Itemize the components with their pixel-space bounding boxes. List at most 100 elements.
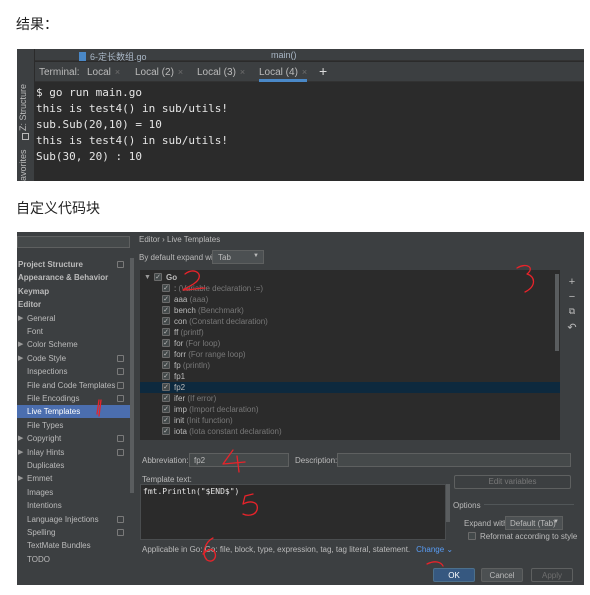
sidebar-item[interactable]: ▶ General (17, 312, 130, 325)
sidebar-item[interactable]: Keymap (17, 285, 130, 298)
sidebar-item[interactable]: Images (17, 486, 130, 499)
template-checkbox[interactable]: ✓ (162, 284, 170, 292)
sidebar-item[interactable]: Appearance & Behavior (17, 271, 130, 284)
template-checkbox[interactable]: ✓ (162, 306, 170, 314)
terminal-tab-local-4[interactable]: Local (4) × (259, 62, 308, 82)
sidebar-item[interactable]: ▶ Copyright (17, 432, 130, 445)
template-checkbox[interactable]: ✓ (162, 295, 170, 303)
sidebar-item[interactable]: ▶ Emmet (17, 472, 130, 485)
template-checkbox[interactable]: ✓ (162, 339, 170, 347)
sidebar-item[interactable]: ▶ Color Scheme (17, 338, 130, 351)
expand-with-select[interactable]: Default (Tab) ▼ (505, 516, 563, 530)
description-input[interactable] (337, 453, 571, 467)
template-row[interactable]: ✓ bench (Benchmark) (140, 305, 560, 316)
template-row[interactable]: ✓ iota (Iota constant declaration) (140, 426, 560, 437)
template-row[interactable]: ✓ fp (println) (140, 360, 560, 371)
add-icon[interactable]: + (565, 276, 579, 288)
sidebar-item[interactable]: File Encodings (17, 392, 130, 405)
template-text-editor[interactable]: fmt.Println("$END$") (140, 484, 446, 540)
template-checkbox[interactable]: ✓ (162, 416, 170, 424)
settings-search-input[interactable] (17, 236, 130, 248)
sidebar-item-label: Editor (18, 300, 42, 310)
terminal-panel: Z: Structure avorites 6-定长数组.go main() T… (17, 49, 584, 181)
ok-button[interactable]: OK (433, 568, 475, 582)
expand-arrow-icon[interactable]: ▶ (18, 338, 23, 351)
restore-icon[interactable]: ↶ (565, 321, 579, 334)
expand-arrow-icon[interactable]: ▶ (18, 352, 23, 365)
template-checkbox[interactable]: ✓ (162, 317, 170, 325)
close-icon[interactable]: × (302, 67, 307, 77)
template-checkbox[interactable]: ✓ (162, 372, 170, 380)
expand-arrow-icon[interactable]: ▶ (18, 312, 23, 325)
sidebar-item[interactable]: ▶ Code Style (17, 352, 130, 365)
new-terminal-tab-button[interactable]: + (319, 62, 327, 82)
template-checkbox[interactable]: ✓ (162, 328, 170, 336)
close-icon[interactable]: × (178, 67, 183, 77)
change-link[interactable]: Change ⌄ (416, 545, 453, 554)
template-row[interactable]: ✓ forr (For range loop) (140, 349, 560, 360)
terminal-tab-local-2[interactable]: Local (2) × (135, 62, 183, 82)
abbreviation-input[interactable]: fp2 (189, 453, 289, 467)
editor-function-crumb[interactable]: main() (271, 50, 297, 60)
template-row[interactable]: ✓ init (Init function) (140, 415, 560, 426)
template-checkbox[interactable]: ✓ (162, 394, 170, 402)
sidebar-item[interactable]: Language Injections (17, 513, 130, 526)
template-row[interactable]: ✓ fp2 (140, 382, 560, 393)
edit-variables-button[interactable]: Edit variables (454, 475, 571, 489)
template-row[interactable]: ✓ ifer (If error) (140, 393, 560, 404)
template-row[interactable]: ✓ con (Constant declaration) (140, 316, 560, 327)
sidebar-item[interactable]: Intentions (17, 499, 130, 512)
terminal-tab-local-3[interactable]: Local (3) × (197, 62, 245, 82)
project-scope-icon (117, 354, 124, 362)
sidebar-item[interactable]: TODO (17, 553, 130, 566)
template-checkbox[interactable]: ✓ (162, 361, 170, 369)
template-checkbox[interactable]: ✓ (162, 427, 170, 435)
sidebar-item[interactable]: Project Structure (17, 258, 130, 271)
template-checkbox[interactable]: ✓ (162, 405, 170, 413)
template-row[interactable]: ✓ aaa (aaa) (140, 294, 560, 305)
apply-button[interactable]: Apply (531, 568, 573, 582)
expand-arrow-icon[interactable]: ▶ (18, 432, 23, 445)
sidebar-item[interactable]: ▶ Inlay Hints (17, 446, 130, 459)
default-expand-select[interactable]: Tab ▼ (212, 250, 264, 264)
template-checkbox[interactable]: ✓ (162, 350, 170, 358)
close-icon[interactable]: × (240, 67, 245, 77)
sidebar-item-label: Emmet (27, 474, 53, 484)
sidebar-item[interactable]: File Types (17, 419, 130, 432)
structure-tool-label[interactable]: Z: Structure (18, 84, 28, 131)
sidebar-item-label: Project Structure (18, 260, 83, 269)
group-checkbox[interactable]: ✓ (154, 273, 162, 281)
sidebar-item[interactable]: Editor (17, 298, 130, 311)
close-icon[interactable]: × (115, 67, 120, 77)
sidebar-item[interactable]: TextMate Bundles (17, 539, 130, 552)
expand-arrow-icon[interactable]: ▼ (144, 272, 151, 283)
expand-with-label: Expand with (464, 519, 508, 528)
template-row[interactable]: ✓ imp (Import declaration) (140, 404, 560, 415)
expand-arrow-icon[interactable]: ▶ (18, 446, 23, 459)
terminal-output[interactable]: $ go run main.go this is test4() in sub/… (35, 83, 584, 181)
copy-icon[interactable]: ⧉ (565, 306, 579, 317)
list-scrollbar[interactable] (555, 274, 559, 351)
template-row[interactable]: ✓ ff (printf) (140, 327, 560, 338)
tree-scrollbar[interactable] (130, 258, 134, 493)
terminal-tab-local[interactable]: Local × (87, 62, 120, 82)
sidebar-item[interactable]: Spelling (17, 526, 130, 539)
template-description: (Constant declaration) (189, 317, 268, 326)
favorites-tool-label[interactable]: avorites (18, 149, 28, 181)
sidebar-item[interactable]: File and Code Templates (17, 379, 130, 392)
template-abbreviation: fp2 (174, 383, 186, 392)
expand-arrow-icon[interactable]: ▶ (18, 472, 23, 485)
sidebar-item[interactable]: Duplicates (17, 459, 130, 472)
sidebar-item[interactable]: Inspections (17, 365, 130, 378)
cancel-button[interactable]: Cancel (481, 568, 523, 582)
template-row[interactable]: ✓: (Variable declaration :=) (140, 283, 560, 294)
sidebar-item[interactable]: Font (17, 325, 130, 338)
sidebar-item[interactable]: Live Templates (17, 405, 130, 419)
reformat-checkbox[interactable] (468, 532, 476, 540)
template-scrollbar[interactable] (446, 484, 450, 522)
remove-icon[interactable]: − (565, 291, 579, 303)
live-templates-list[interactable]: ▼ ✓ Go ✓: (Variable declaration :=) ✓ aaa … (140, 270, 560, 440)
template-row[interactable]: ✓ for (For loop) (140, 338, 560, 349)
template-checkbox[interactable]: ✓ (162, 383, 170, 391)
template-row[interactable]: ✓ fp1 (140, 371, 560, 382)
